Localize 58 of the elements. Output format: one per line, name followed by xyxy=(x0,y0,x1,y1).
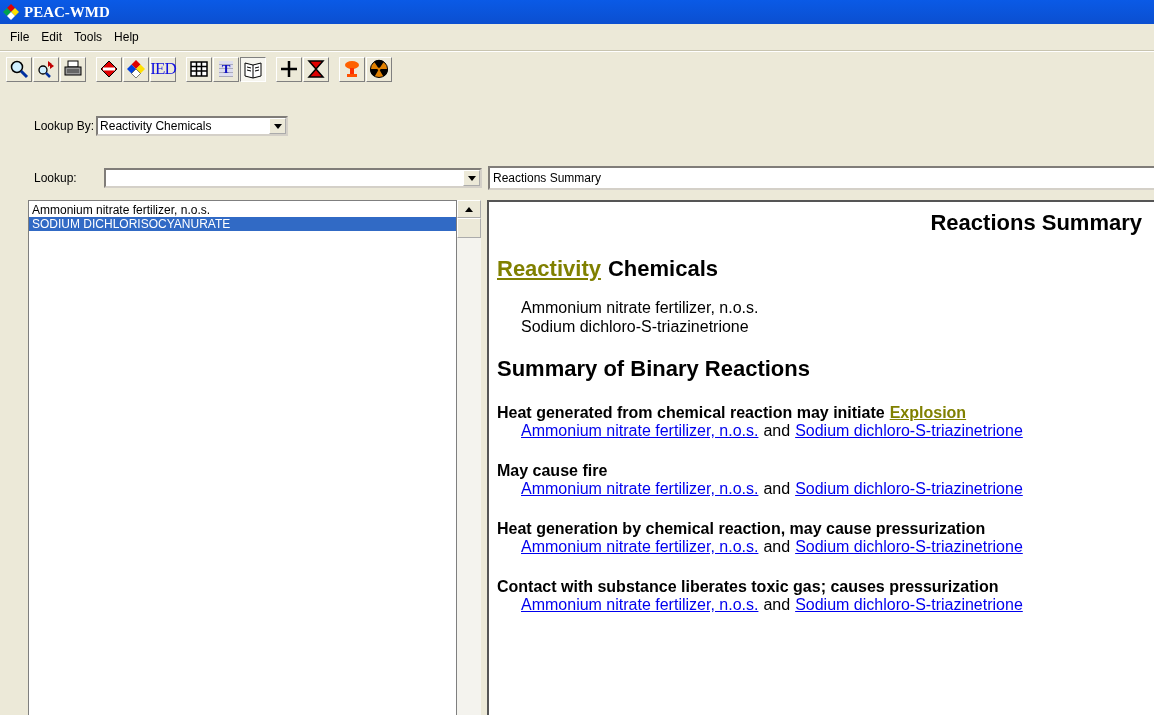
view-field[interactable]: Reactions Summary xyxy=(488,166,1154,190)
hourglass-icon xyxy=(306,59,326,79)
reaction-title: May cause fire xyxy=(497,462,608,480)
menu-item[interactable]: Edit xyxy=(41,30,63,44)
down-arrow-icon xyxy=(273,123,282,129)
menu-item[interactable]: Help xyxy=(114,30,139,44)
toolbar-button[interactable] xyxy=(240,56,266,82)
grid-icon xyxy=(189,59,209,79)
chemical-name: Ammonium nitrate fertilizer, n.o.s. xyxy=(521,298,760,317)
mushroom-cloud-icon xyxy=(342,59,362,79)
window-title: PEAC-WMD xyxy=(24,3,110,21)
lookup-dropdown[interactable] xyxy=(104,168,482,188)
chemical-link[interactable]: Ammonium nitrate fertilizer, n.o.s. xyxy=(521,596,759,614)
app-logo-icon xyxy=(2,4,20,20)
joiner-text: and xyxy=(763,538,791,556)
toolbar-button[interactable]: T xyxy=(213,56,239,82)
chemical-name: Sodium dichloro-S-triazinetrione xyxy=(521,317,750,336)
reaction-title: Contact with substance liberates toxic gas; causes pressurization xyxy=(497,578,999,596)
search-arrows-icon xyxy=(36,59,56,79)
dropdown-button[interactable] xyxy=(463,170,480,186)
lookup-by-label: Lookup By: xyxy=(34,119,95,133)
section-heading: Chemicals xyxy=(607,256,718,282)
chemical-link[interactable]: Sodium dichloro-S-triazinetrione xyxy=(795,538,1023,556)
chemical-link[interactable]: Sodium dichloro-S-triazinetrione xyxy=(795,480,1023,498)
menu-item[interactable]: File xyxy=(10,30,30,44)
chemical-link[interactable]: Sodium dichloro-S-triazinetrione xyxy=(795,422,1023,440)
diamond-icon xyxy=(99,59,119,79)
menu-item[interactable]: Tools xyxy=(74,30,103,44)
list-item[interactable]: Ammonium nitrate fertilizer, n.o.s. xyxy=(29,203,456,217)
reaction-link[interactable]: Explosion xyxy=(889,404,967,422)
reaction-title: Heat generation by chemical reaction, may cause pressurization xyxy=(497,520,986,538)
section-heading: Summary of Binary Reactions xyxy=(497,356,810,382)
chemical-link[interactable]: Ammonium nitrate fertilizer, n.o.s. xyxy=(521,538,759,556)
report-title: Reactions Summary xyxy=(930,210,1142,236)
list-item[interactable]: SODIUM DICHLORISOCYANURATE xyxy=(29,217,456,231)
chemical-link[interactable]: Ammonium nitrate fertilizer, n.o.s. xyxy=(521,480,759,498)
printer-icon xyxy=(63,59,83,79)
heading-link[interactable]: Reactivity xyxy=(497,256,601,282)
radiation-icon xyxy=(369,59,389,79)
joiner-text: and xyxy=(763,596,791,614)
plus-icon xyxy=(279,59,299,79)
chemical-link[interactable]: Sodium dichloro-S-triazinetrione xyxy=(795,596,1023,614)
joiner-text: and xyxy=(763,480,791,498)
chemical-link[interactable]: Ammonium nitrate fertilizer, n.o.s. xyxy=(521,422,759,440)
scroll-up-button[interactable] xyxy=(457,200,481,218)
reaction-title: Heat generated from chemical reaction may initiate xyxy=(497,404,885,422)
toolbar-button[interactable]: IED xyxy=(150,56,176,82)
lookup-label: Lookup: xyxy=(34,171,78,185)
scroll-thumb[interactable] xyxy=(457,218,481,238)
scroll-bar[interactable] xyxy=(457,200,481,715)
lookup-by-dropdown[interactable]: Reactivity Chemicals xyxy=(96,116,289,136)
hazard-diamond-icon xyxy=(126,59,146,79)
book-icon xyxy=(243,59,263,79)
up-arrow-icon xyxy=(465,206,473,212)
down-arrow-icon xyxy=(467,175,476,181)
joiner-text: and xyxy=(763,422,791,440)
dropdown-button[interactable] xyxy=(269,118,287,134)
search-icon xyxy=(9,59,29,79)
